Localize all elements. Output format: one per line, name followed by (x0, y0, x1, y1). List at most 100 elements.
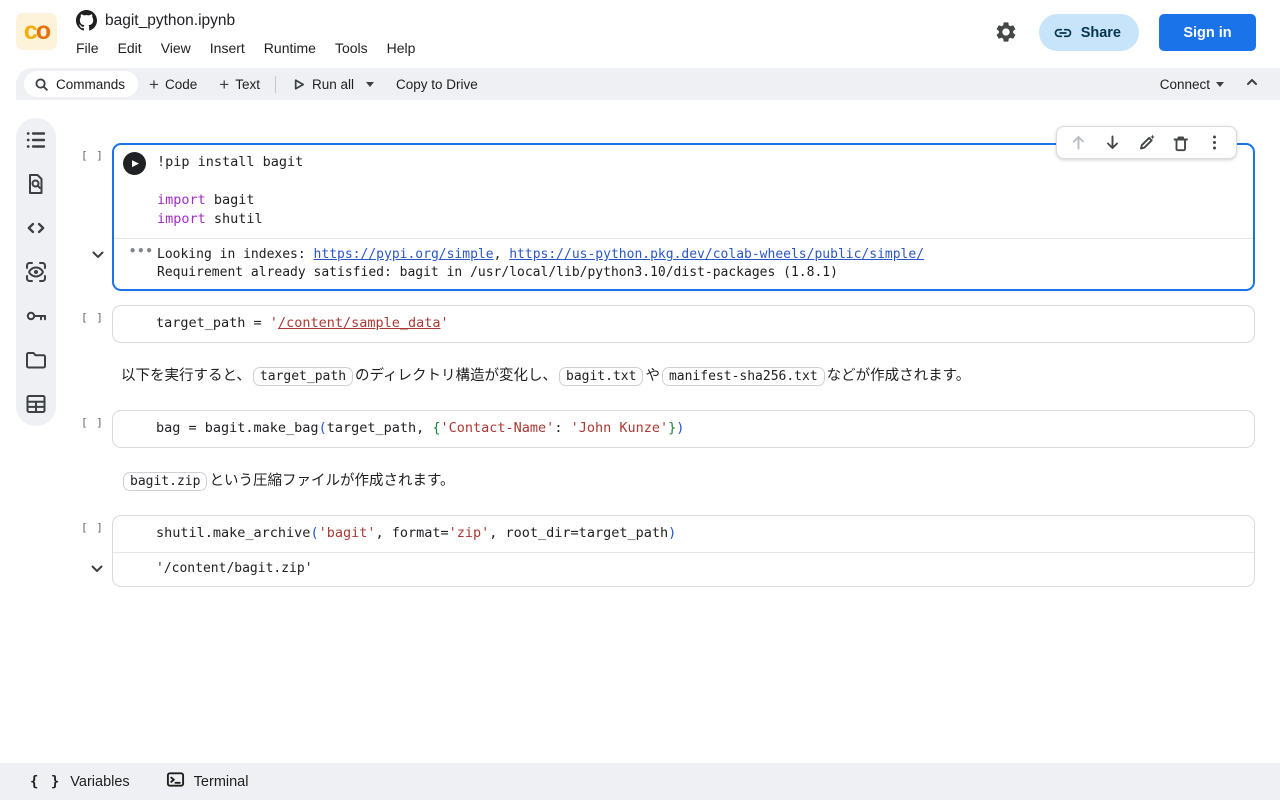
run-cell-button[interactable]: ▶ (123, 152, 146, 175)
sign-in-button[interactable]: Sign in (1159, 14, 1256, 51)
github-icon[interactable] (76, 10, 97, 31)
menu-insert[interactable]: Insert (210, 40, 245, 56)
notebook-toolbar: Commands + Code + Text Run all Copy to D… (16, 68, 1280, 100)
code-link[interactable]: /content/sample_data (278, 315, 441, 331)
notebook-cell-row: [ ]shutil.make_archive('bagit', format='… (112, 515, 1255, 587)
delete-cell-icon[interactable] (1171, 133, 1190, 152)
code-cell[interactable]: ▶ !pip install bagit import bagit import s… (112, 143, 1255, 291)
find-and-replace-icon[interactable] (24, 172, 48, 196)
menubar: File Edit View Insert Runtime Tools Help (76, 40, 415, 56)
code-cell[interactable]: bag = bagit.make_bag(target_path, {'Cont… (112, 410, 1255, 448)
edit-with-ai-icon[interactable] (1137, 133, 1156, 152)
code-editor[interactable]: shutil.make_archive('bagit', format='zip… (113, 516, 1254, 552)
play-outline-icon (291, 77, 306, 92)
inline-code: bagit.zip (123, 472, 207, 491)
more-cell-actions-icon[interactable] (1205, 133, 1224, 152)
code-token: 'John Kunze' (571, 420, 669, 436)
left-sidebar (16, 118, 56, 426)
notebook-title[interactable]: bagit_python.ipynb (105, 12, 235, 30)
execution-indicator[interactable]: [ ] (81, 416, 104, 429)
cell-output: '/content/bagit.zip' (113, 552, 1254, 586)
add-text-button[interactable]: + Text (208, 71, 271, 97)
code-line (157, 172, 1245, 191)
code-token: : (554, 420, 570, 436)
code-line: import shutil (157, 210, 1245, 229)
code-token: ) (676, 420, 684, 436)
colab-logo-left: c (24, 17, 36, 46)
code-cell[interactable]: shutil.make_archive('bagit', format='zip… (112, 515, 1255, 587)
markdown-cell[interactable]: bagit.zipという圧縮ファイルが作成されます。 (121, 468, 1255, 495)
add-code-button[interactable]: + Code (138, 71, 208, 97)
output-link[interactable]: https://pypi.org/simple (314, 247, 494, 262)
copy-to-drive-label: Copy to Drive (396, 77, 478, 92)
run-all-button[interactable]: Run all (280, 71, 385, 97)
data-table-icon[interactable] (24, 392, 48, 416)
notebook-cell-row: [ ]▶!pip install bagit import bagitimpor… (112, 143, 1255, 291)
menu-file[interactable]: File (76, 40, 99, 56)
code-token: bag = bagit.make_bag (156, 420, 319, 436)
code-token: shutil.make_archive (156, 525, 310, 541)
menu-help[interactable]: Help (387, 40, 416, 56)
menu-view[interactable]: View (161, 40, 191, 56)
run-all-dropdown-caret[interactable] (366, 82, 374, 87)
execution-indicator[interactable]: [ ] (81, 521, 104, 534)
inline-code: target_path (253, 367, 353, 386)
move-cell-up-icon[interactable] (1069, 133, 1088, 152)
collapse-output-icon[interactable] (90, 247, 106, 263)
code-snippets-icon[interactable] (24, 216, 48, 240)
markdown-cell[interactable]: 以下を実行すると、target_pathのディレクトリ構造が変化し、bagit.… (121, 363, 1255, 390)
collapse-toolbar-icon[interactable] (1244, 74, 1260, 95)
code-token: import (157, 192, 206, 208)
code-token: !pip install bagit (157, 154, 303, 170)
move-cell-down-icon[interactable] (1103, 133, 1122, 152)
terminal-button[interactable]: Terminal (166, 770, 249, 793)
add-text-label: Text (235, 77, 260, 92)
code-token: shutil (206, 211, 263, 227)
inspector-eye-icon[interactable] (24, 260, 48, 284)
menu-edit[interactable]: Edit (118, 40, 142, 56)
run-all-label: Run all (312, 77, 354, 92)
inline-code: manifest-sha256.txt (662, 367, 825, 386)
markdown-text: という圧縮ファイルが作成されます。 (209, 473, 454, 489)
add-code-label: Code (165, 77, 197, 92)
execution-indicator[interactable]: [ ] (81, 311, 104, 324)
app-header: co bagit_python.ipynb File Edit View Insert… (0, 0, 1280, 64)
output-line: Requirement already satisfied: bagit in … (157, 264, 1245, 282)
copy-to-drive-button[interactable]: Copy to Drive (385, 71, 489, 97)
code-token: ( (310, 525, 318, 541)
code-line: target_path = '/content/sample_data' (156, 314, 1246, 333)
collapse-output-icon[interactable] (89, 561, 105, 577)
notebook-cell-row: [ ]bag = bagit.make_bag(target_path, {'C… (112, 410, 1255, 448)
plus-icon: + (219, 76, 229, 93)
cell-toolbar (1056, 126, 1237, 159)
output-line: Looking in indexes: https://pypi.org/sim… (157, 246, 1245, 264)
menu-tools[interactable]: Tools (335, 40, 368, 56)
table-of-contents-icon[interactable] (24, 128, 48, 152)
secrets-key-icon[interactable] (24, 304, 48, 328)
settings-gear-icon[interactable] (994, 20, 1018, 44)
code-token: ( (319, 420, 327, 436)
menu-runtime[interactable]: Runtime (264, 40, 316, 56)
files-folder-icon[interactable] (24, 348, 48, 372)
code-token: , format= (375, 525, 448, 541)
code-token: 'Contact-Name' (441, 420, 555, 436)
commands-button[interactable]: Commands (24, 71, 138, 97)
code-token: target_path, (327, 420, 433, 436)
code-token: target_path = (156, 315, 270, 331)
variables-button[interactable]: { } Variables (30, 774, 130, 790)
code-cell[interactable]: target_path = '/content/sample_data' (112, 305, 1255, 343)
execution-indicator[interactable]: [ ] (81, 149, 104, 162)
code-token: bagit (206, 192, 255, 208)
connect-dropdown-caret[interactable] (1216, 82, 1224, 87)
colab-logo[interactable]: co (16, 13, 57, 50)
share-button[interactable]: Share (1039, 14, 1139, 51)
cell-output: •••Looking in indexes: https://pypi.org/… (114, 238, 1253, 289)
code-token: ' (270, 315, 278, 331)
markdown-text: のディレクトリ構造が変化し、 (355, 368, 557, 384)
connect-button[interactable]: Connect (1160, 77, 1224, 92)
output-link[interactable]: https://us-python.pkg.dev/colab-wheels/p… (509, 247, 924, 262)
output-actions-icon[interactable]: ••• (129, 243, 154, 261)
output-text: Requirement already satisfied: bagit in … (157, 265, 838, 280)
code-editor[interactable]: target_path = '/content/sample_data' (113, 306, 1254, 342)
code-editor[interactable]: bag = bagit.make_bag(target_path, {'Cont… (113, 411, 1254, 447)
